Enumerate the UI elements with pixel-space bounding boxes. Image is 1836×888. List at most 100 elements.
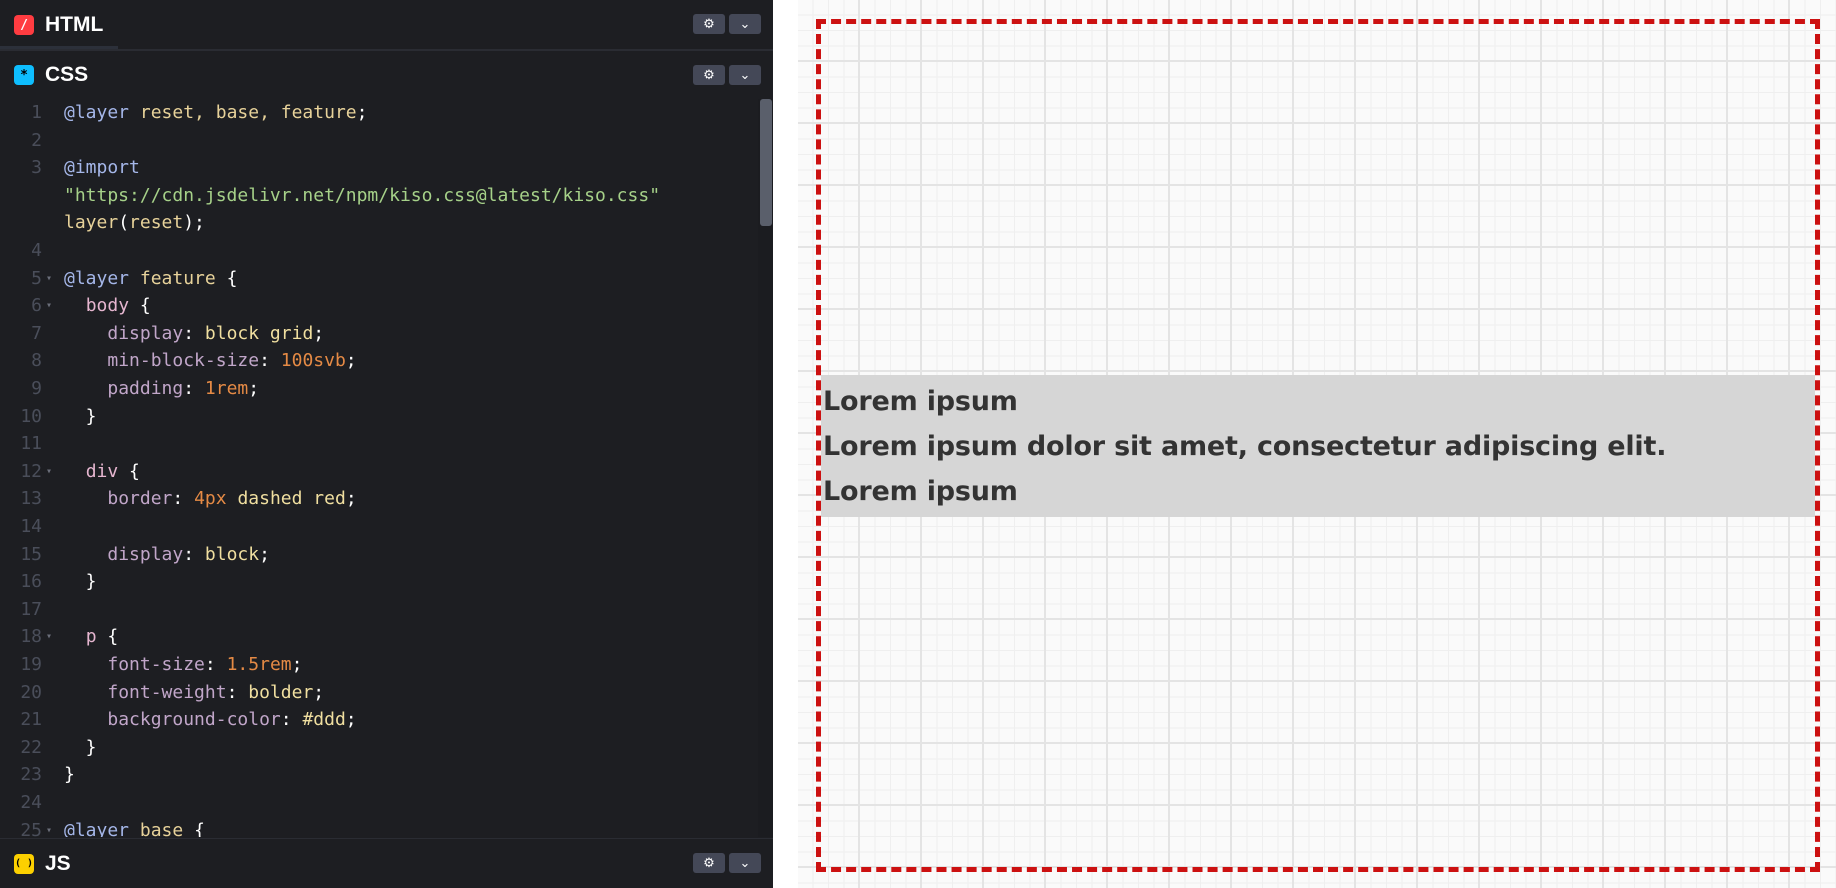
line-number: 20 [20,681,42,703]
code-token: reset [129,212,184,234]
js-panel-header[interactable]: ( ) JS ⚙ ⌄ [0,838,773,888]
chevron-down-icon: ⌄ [739,855,751,871]
code-token: @layer [64,819,130,837]
code-line[interactable]: 8 min-block-size: 100svb; [0,347,760,375]
code-token: { [129,295,151,317]
code-line[interactable]: 2 [0,127,760,155]
code-line[interactable]: 9 padding: 1rem; [0,375,760,403]
code-token: 1rem [204,378,249,399]
code-line[interactable]: 3 @import [0,154,760,182]
code-token: ; [259,543,270,565]
code-token: padding [107,378,184,399]
code-line[interactable]: layer(reset); [0,209,760,237]
code-line[interactable]: 24 [0,789,760,817]
code-token: body [85,295,130,317]
code-line[interactable]: 19 font-size: 1.5rem; [0,651,760,679]
code-line[interactable]: 13 border: 4px dashed red; [0,485,760,513]
code-line[interactable]: 10 } [0,403,760,431]
line-number: 24 [20,792,42,813]
code-line[interactable]: 6 ▾ body { [0,292,760,320]
css-panel-header[interactable]: * CSS ⚙ ⌄ [0,51,773,99]
html-settings-button[interactable]: ⚙ [693,14,725,34]
code-line[interactable]: 5 ▾ @layer feature { [0,265,760,293]
css-icon: * [14,65,34,85]
code-line[interactable]: 16 } [0,568,760,596]
code-line[interactable]: 12 ▾ div { [0,458,760,486]
code-token: min-block-size [107,350,260,372]
line-number: 23 [20,764,42,786]
fold-arrow-icon[interactable]: ▾ [46,623,52,651]
code-token: display [107,543,184,565]
code-token: font-size [107,654,205,675]
css-collapse-button[interactable]: ⌄ [729,65,761,85]
code-token: ; [291,654,303,675]
fold-arrow-icon[interactable]: ▾ [46,292,52,320]
code-token: : [183,378,205,399]
html-collapse-button[interactable]: ⌄ [729,14,761,34]
resize-handle[interactable] [773,0,798,888]
code-token: : [280,709,303,731]
line-number: 3 [31,157,42,179]
code-line[interactable]: "https://cdn.jsdelivr.net/npm/kiso.css@l… [0,182,760,210]
code-token: dashed red [237,488,346,510]
fold-arrow-icon[interactable]: ▾ [46,458,52,486]
code-line[interactable]: 1 @layer reset, base, feature; [0,99,760,127]
code-line[interactable]: 17 [0,596,760,624]
line-number: 18 [20,626,42,648]
code-line[interactable]: 4 [0,237,760,265]
code-text: } [64,761,75,789]
html-panel-title: / HTML [14,0,103,50]
code-token: 4px [194,488,227,510]
html-panel-header[interactable]: / HTML ⚙ ⌄ [0,0,773,50]
js-collapse-button[interactable]: ⌄ [729,853,761,873]
js-panel-label: JS [45,852,71,875]
code-text: p { [64,623,119,651]
code-line[interactable]: 20 font-weight: bolder; [0,679,760,707]
code-token: } [64,764,75,786]
code-text: } [64,568,97,596]
css-panel-controls: ⚙ ⌄ [693,65,761,85]
code-text: @layer feature { [64,265,237,293]
scrollbar-thumb[interactable] [760,99,772,226]
code-token: ; [313,322,325,344]
line-number: 10 [20,405,42,427]
line-number: 22 [20,736,42,758]
code-line[interactable]: 25 ▾ @layer base { [0,817,760,837]
code-token: ; [248,378,260,399]
code-text: font-size: 1.5rem; [64,651,302,679]
line-number: 16 [20,571,42,593]
line-number: 7 [31,322,42,344]
code-line[interactable]: 23} [0,761,760,789]
code-text: padding: 1rem; [64,375,259,403]
css-code-editor[interactable]: 1 @layer reset, base, feature; 2 3 @import "h… [0,99,773,837]
fold-arrow-icon[interactable]: ▾ [46,817,52,837]
code-text: @layer base { [64,817,205,837]
preview-paragraph: Lorem ipsum dolor sit amet, consectetur … [823,430,1667,462]
code-line[interactable]: 11 [0,430,760,458]
code-token: reset, base, feature [139,102,357,123]
code-line[interactable]: 18 ▾ p { [0,623,760,651]
code-line[interactable]: 22 } [0,734,760,762]
code-line[interactable]: 15 display: block; [0,541,760,569]
code-token: div [85,460,119,482]
code-text: body { [64,292,151,320]
fold-arrow-icon[interactable]: ▾ [46,265,52,293]
js-settings-button[interactable]: ⚙ [693,853,725,873]
code-token: p [85,626,97,648]
code-text: @import [64,154,140,182]
line-number: 12 [20,460,42,482]
code-line[interactable]: 7 display: block grid; [0,320,760,348]
css-settings-button[interactable]: ⚙ [693,65,725,85]
code-text: font-weight: bolder; [64,679,324,707]
code-line[interactable]: 21 background-color: #ddd; [0,706,760,734]
gear-icon: ⚙ [703,16,715,32]
code-line[interactable]: 14 [0,513,760,541]
